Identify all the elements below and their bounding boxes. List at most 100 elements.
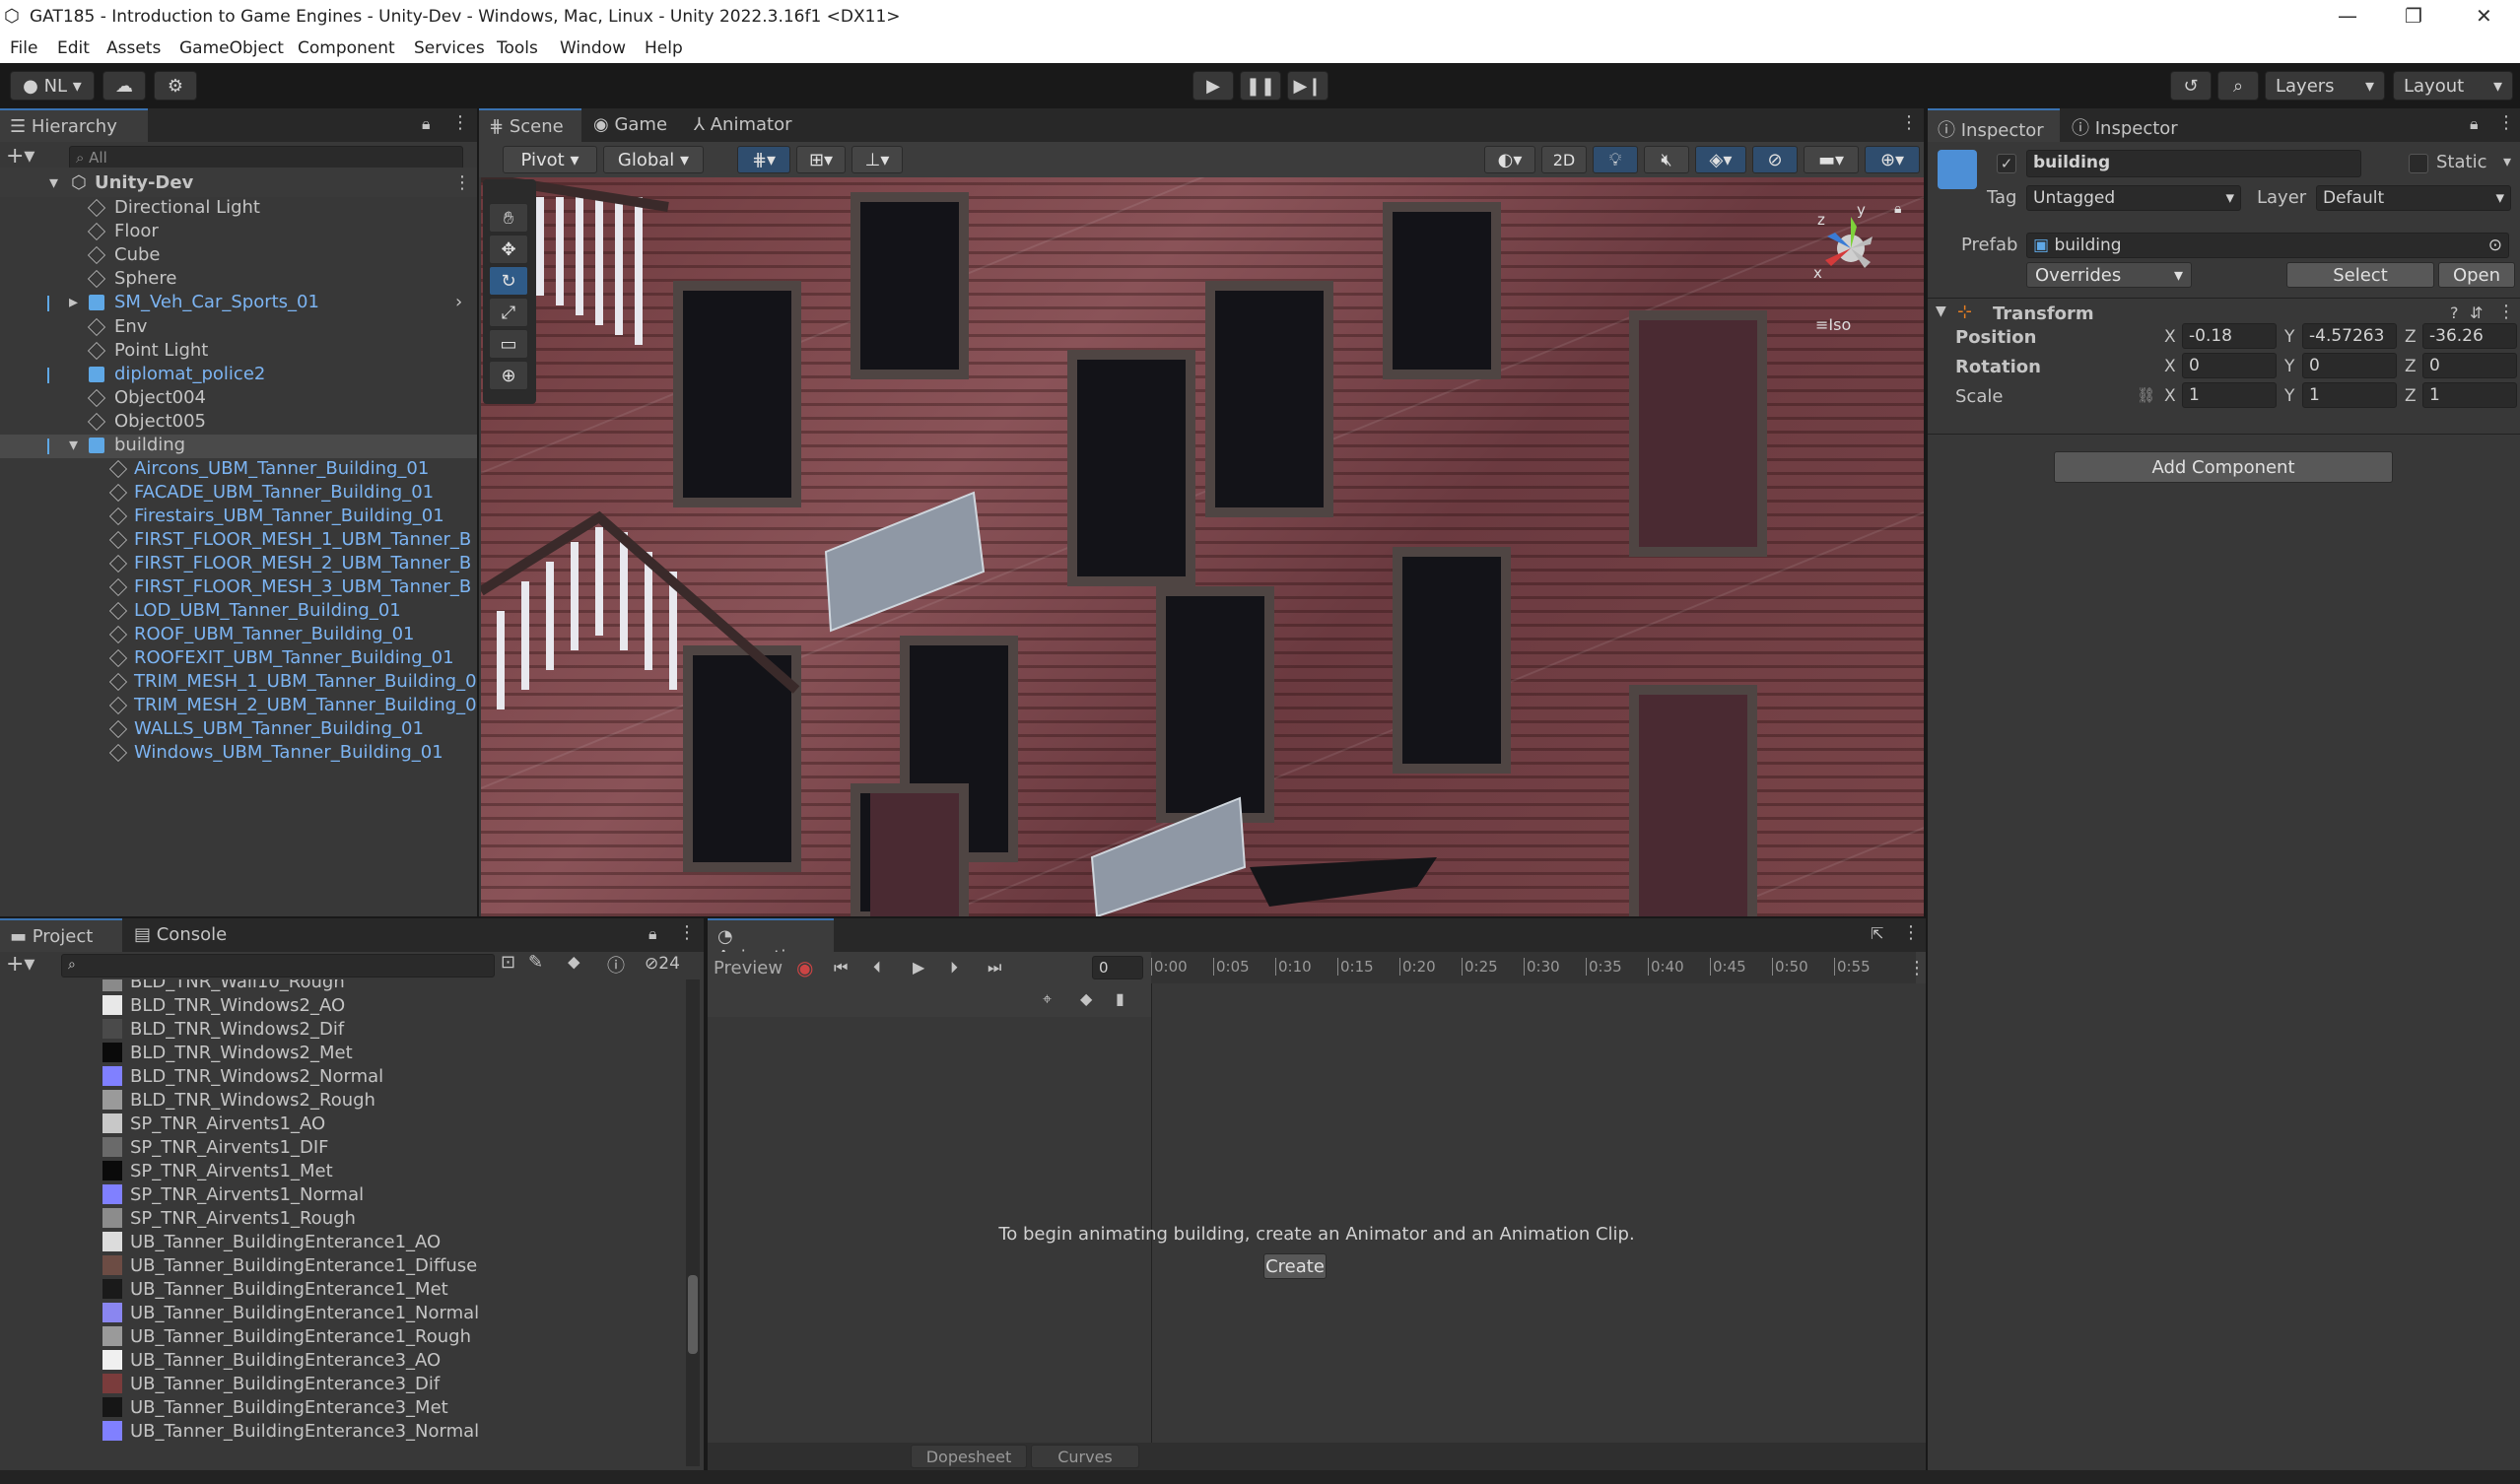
pause-button[interactable]: ❚❚ — [1240, 71, 1281, 101]
filter-label-icon[interactable]: ✎ — [528, 952, 543, 973]
filter-by-selection-icon[interactable]: ⌖ — [1043, 989, 1052, 1009]
effects-dropdown[interactable]: ◈▾ — [1695, 146, 1746, 173]
menu-file[interactable]: File — [10, 38, 37, 58]
menu-tools[interactable]: Tools — [497, 38, 538, 58]
hidden-packages-toggle[interactable]: ⊘24 — [645, 954, 680, 974]
increment-snap-toggle[interactable]: ⊞▾ — [796, 146, 846, 173]
pivot-dropdown[interactable]: Pivot ▾ — [503, 146, 597, 173]
create-animation-button[interactable]: Create — [1263, 1253, 1327, 1279]
hierarchy-item[interactable]: Directional Light — [0, 197, 477, 221]
rotate-tool-button[interactable]: ↻ — [489, 266, 528, 296]
scrollbar-thumb[interactable] — [688, 1275, 698, 1354]
hierarchy-item[interactable]: diplomat_police2 — [0, 364, 477, 387]
hand-tool-button[interactable]: ✋︎ — [489, 203, 528, 233]
play-button[interactable]: ▶ — [1192, 71, 1234, 101]
tab-animator[interactable]: ⅄ Animator — [684, 108, 812, 142]
prev-key-icon[interactable]: ⏴ — [873, 958, 881, 978]
prefab-open-button[interactable]: Open — [2438, 262, 2515, 288]
last-key-icon[interactable]: ⏭ — [988, 958, 1001, 978]
static-checkbox[interactable] — [2409, 154, 2428, 173]
scene-row[interactable]: ▾ ⬡ Unity-Dev ⋮ — [0, 168, 477, 197]
help-icon[interactable]: ? — [2450, 304, 2459, 322]
rotation-x-field[interactable]: 0 — [2182, 353, 2277, 378]
hierarchy-child-item[interactable]: FIRST_FLOOR_MESH_2_UBM_Tanner_B — [0, 553, 477, 576]
hierarchy-child-item[interactable]: Firestairs_UBM_Tanner_Building_01 — [0, 506, 477, 529]
asset-item[interactable]: UB_Tanner_BuildingEnterance1_Met — [102, 1279, 448, 1303]
warning-icon[interactable]: ⓘ — [607, 952, 625, 978]
asset-item[interactable]: UB_Tanner_BuildingEnterance1_Rough — [102, 1326, 471, 1350]
menu-window[interactable]: Window — [560, 38, 626, 58]
gizmo-lock-icon[interactable]: 🔒︎ — [1894, 201, 1901, 217]
asset-item[interactable]: BLD_TNR_Wall10_Rough — [102, 979, 345, 995]
tab-console[interactable]: ▤ Console — [124, 918, 252, 952]
bookmark-tag-icon[interactable]: ⬥ — [568, 952, 580, 973]
asset-item[interactable]: SP_TNR_Airvents1_Met — [102, 1161, 333, 1184]
tab-inspector-2[interactable]: ⓘ Inspector — [2062, 108, 2194, 142]
move-tool-button[interactable]: ✥ — [489, 235, 528, 264]
add-event-icon[interactable]: ▮ — [1116, 989, 1124, 1008]
asset-item[interactable]: BLD_TNR_Windows2_Met — [102, 1043, 353, 1066]
rect-tool-button[interactable]: ▭ — [489, 329, 528, 359]
orientation-gizmo[interactable]: y z x 🔒︎ — [1792, 197, 1910, 296]
hierarchy-child-item[interactable]: ROOF_UBM_Tanner_Building_01 — [0, 624, 477, 647]
lighting-toggle[interactable]: 💡︎ — [1593, 146, 1638, 173]
2d-toggle[interactable]: 2D — [1541, 146, 1587, 173]
dopesheet-tab[interactable]: Dopesheet — [911, 1445, 1027, 1468]
tab-project[interactable]: ▬ Project — [0, 918, 122, 952]
create-asset-button[interactable]: +▾ — [6, 952, 34, 977]
menu-gameobject[interactable]: GameObject — [179, 38, 284, 58]
kebab-menu-icon[interactable]: ⋮ — [1900, 112, 1918, 133]
asset-item[interactable]: BLD_TNR_Windows2_Dif — [102, 1019, 344, 1043]
menu-edit[interactable]: Edit — [57, 38, 90, 58]
tab-inspector-1[interactable]: ⓘ Inspector — [1928, 108, 2060, 142]
hierarchy-item[interactable]: ▾ building — [0, 435, 477, 458]
prefab-asset-field[interactable]: ▣ building ⊙ — [2026, 233, 2509, 258]
add-component-button[interactable]: Add Component — [2054, 451, 2393, 483]
asset-item[interactable]: BLD_TNR_Windows2_Normal — [102, 1066, 383, 1090]
close-button[interactable]: ✕ — [2476, 4, 2492, 28]
overrides-dropdown[interactable]: Overrides ▾ — [2026, 262, 2192, 288]
expand-arrow-icon[interactable]: ▾ — [49, 172, 58, 193]
asset-item[interactable]: SP_TNR_Airvents1_Rough — [102, 1208, 356, 1232]
search-by-type-icon[interactable]: ⊡ — [501, 952, 515, 973]
hierarchy-item[interactable]: Cube — [0, 244, 477, 268]
kebab-menu-icon[interactable]: ⋮ — [453, 172, 471, 193]
kebab-menu-icon[interactable]: ⋮ — [1908, 958, 1926, 978]
audio-toggle[interactable]: 🔇︎ — [1644, 146, 1689, 173]
vertical-scrollbar[interactable] — [686, 979, 700, 1466]
undo-history-button[interactable]: ↺ — [2170, 71, 2212, 101]
collab-button[interactable]: ⚙ — [154, 71, 197, 101]
asset-item[interactable]: UB_Tanner_BuildingEnterance1_Diffuse — [102, 1255, 477, 1279]
cloud-button[interactable]: ☁ — [102, 71, 146, 101]
hierarchy-child-item[interactable]: TRIM_MESH_1_UBM_Tanner_Building_0 — [0, 671, 477, 695]
layer-dropdown[interactable]: Default ▾ — [2316, 185, 2511, 211]
layers-dropdown[interactable]: Layers ▾ — [2265, 71, 2385, 101]
lock-icon[interactable]: 🔒︎ — [422, 114, 431, 134]
maximize-icon[interactable]: ⇱ — [1871, 924, 1883, 943]
tab-scene[interactable]: ⋕ Scene — [479, 108, 581, 142]
shading-mode-dropdown[interactable]: ◐▾ — [1484, 146, 1535, 173]
active-checkbox[interactable]: ✓ — [1997, 154, 2016, 173]
tab-animation[interactable]: ◔ Animation — [708, 918, 834, 968]
lock-icon[interactable]: 🔒︎ — [2470, 114, 2479, 134]
lock-icon[interactable]: 🔒︎ — [648, 924, 657, 944]
camera-dropdown[interactable]: ▬▾ — [1804, 146, 1859, 173]
chevron-right-icon[interactable]: › — [455, 292, 462, 312]
asset-item[interactable]: BLD_TNR_Windows2_Rough — [102, 1090, 375, 1113]
tab-game[interactable]: ◉ Game — [583, 108, 682, 142]
first-key-icon[interactable]: ⏮ — [834, 958, 848, 978]
menu-assets[interactable]: Assets — [106, 38, 161, 58]
search-button[interactable]: ⌕ — [2217, 71, 2259, 101]
presets-icon[interactable]: ⇵ — [2470, 304, 2483, 322]
tab-hierarchy[interactable]: ☰ Hierarchy — [0, 108, 148, 142]
menu-component[interactable]: Component — [298, 38, 395, 58]
foldout-arrow-icon[interactable]: ▼ — [1936, 304, 1946, 319]
global-dropdown[interactable]: Global ▾ — [603, 146, 704, 173]
hierarchy-item[interactable]: Floor — [0, 221, 477, 244]
asset-item[interactable]: SP_TNR_Airvents1_AO — [102, 1113, 325, 1137]
chevron-down-icon[interactable]: ▾ — [2503, 152, 2511, 170]
hierarchy-child-item[interactable]: LOD_UBM_Tanner_Building_01 — [0, 600, 477, 624]
kebab-menu-icon[interactable]: ⋮ — [2497, 112, 2515, 133]
expand-arrow-icon[interactable]: ▾ — [69, 435, 78, 455]
hierarchy-search-input[interactable]: ⌕ All — [69, 146, 463, 169]
